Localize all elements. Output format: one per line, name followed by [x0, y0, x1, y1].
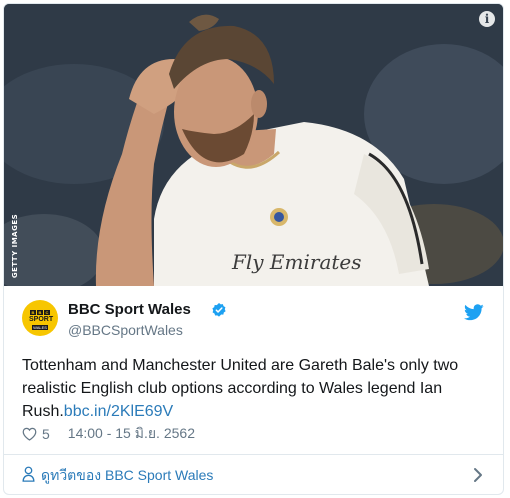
person-icon [22, 466, 35, 482]
tweet-embed-card[interactable]: Fly Emirates i GETTY IMAGES B B C SPORT … [3, 3, 504, 495]
tweet-link[interactable]: bbc.in/2KlE69V [64, 403, 173, 420]
bbc-sport-wales-logo: B B C SPORT WALES [29, 310, 54, 330]
chevron-right-icon[interactable] [473, 467, 483, 483]
photo-credit: GETTY IMAGES [11, 213, 19, 279]
info-icon[interactable]: i [479, 11, 495, 27]
logo-sport-text: SPORT [29, 316, 54, 323]
view-profile-footer[interactable]: ดูทวีตของ BBC Sport Wales [4, 454, 503, 494]
tweet-meta: 5 14:00 - 15 มิ.ย. 2562 [22, 424, 322, 444]
tweet-author[interactable]: B B C SPORT WALES BBC Sport Wales @BBCSp… [22, 300, 492, 344]
twitter-bird-icon[interactable] [464, 304, 484, 321]
verified-badge-icon [212, 303, 226, 317]
photo-illustration: Fly Emirates [4, 4, 503, 286]
logo-wales-text: WALES [32, 325, 48, 330]
view-tweets-link[interactable]: ดูทวีตของ BBC Sport Wales [41, 465, 213, 487]
bbc-logo-letter: C [44, 310, 50, 315]
tweet-photo[interactable]: Fly Emirates i GETTY IMAGES [4, 4, 503, 286]
author-name[interactable]: BBC Sport Wales [68, 301, 191, 318]
tweet-timestamp[interactable]: 14:00 - 15 มิ.ย. 2562 [68, 423, 195, 445]
avatar[interactable]: B B C SPORT WALES [22, 300, 58, 336]
tweet-text: Tottenham and Manchester United are Gare… [22, 354, 487, 423]
author-handle[interactable]: @BBCSportWales [68, 322, 183, 338]
bbc-logo-letter: B [30, 310, 36, 315]
jersey-sponsor-text: Fly Emirates [231, 250, 362, 274]
heart-icon[interactable] [22, 427, 37, 441]
bbc-logo-letter: B [37, 310, 43, 315]
like-count[interactable]: 5 [42, 426, 50, 442]
